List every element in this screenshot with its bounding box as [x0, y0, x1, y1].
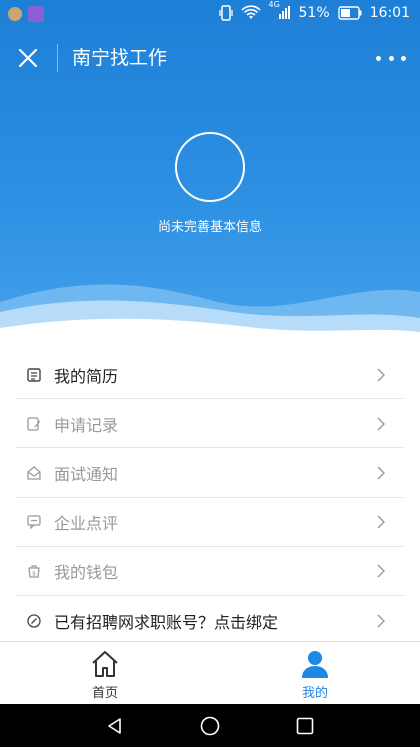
- app-notification-icon: [8, 7, 22, 21]
- menu-item-label: 已有招聘网求职账号？点击绑定: [54, 612, 279, 632]
- mail-open-icon: [27, 466, 41, 480]
- link-icon: [27, 613, 41, 628]
- menu-item-wallet[interactable]: $ 我的钱包: [0, 547, 420, 597]
- menu-item-interviews[interactable]: 面试通知: [0, 448, 420, 498]
- system-navigation-bar: [0, 704, 420, 747]
- menu-item-label: 我的简历: [54, 366, 119, 386]
- more-dot-icon: [388, 55, 394, 61]
- wave-decoration: [0, 284, 420, 345]
- chevron-right-icon: [377, 417, 385, 431]
- chevron-right-icon: [377, 368, 385, 382]
- user-icon: [302, 651, 328, 678]
- battery-icon: [337, 6, 362, 20]
- menu-item-reviews[interactable]: 企业点评: [0, 498, 420, 547]
- edit-record-icon: [27, 417, 41, 431]
- more-options-button[interactable]: [376, 50, 406, 66]
- menu-item-label: 企业点评: [54, 514, 119, 534]
- wallet-icon: $: [28, 565, 40, 578]
- avatar[interactable]: [175, 132, 245, 202]
- profile-menu: 我的简历 申请记录 面试通知 企业点评 $ 我的钱包 已有招聘网求职账号？点击绑…: [0, 350, 420, 646]
- more-dot-icon: [376, 55, 381, 61]
- tab-label: 我的: [301, 686, 328, 701]
- menu-item-resume[interactable]: 我的简历: [0, 350, 420, 400]
- tab-label: 首页: [91, 686, 118, 701]
- chevron-right-icon: [377, 564, 385, 578]
- title-divider: [57, 44, 58, 72]
- more-dot-icon: [401, 55, 406, 61]
- clock: 16:01: [369, 5, 410, 21]
- vibrate-icon: [218, 5, 233, 21]
- menu-item-applications[interactable]: 申请记录: [0, 399, 420, 449]
- navigation-bar: 南宁找工作: [0, 30, 420, 86]
- tab-home[interactable]: 首页: [0, 642, 210, 704]
- chevron-right-icon: [377, 614, 385, 628]
- home-circle-icon[interactable]: [200, 716, 220, 736]
- back-icon[interactable]: [105, 716, 125, 736]
- profile-status-text[interactable]: 尚未完善基本信息: [0, 216, 420, 235]
- wifi-icon: [240, 5, 261, 19]
- close-icon[interactable]: [16, 46, 40, 70]
- chevron-right-icon: [377, 466, 385, 480]
- battery-percent: 51%: [298, 5, 330, 21]
- page-title: 南宁找工作: [72, 47, 168, 69]
- menu-item-label: 申请记录: [54, 415, 119, 435]
- menu-item-bind-account[interactable]: 已有招聘网求职账号？点击绑定: [0, 596, 420, 646]
- bottom-tab-bar: 首页 我的: [0, 641, 420, 704]
- gallery-notification-icon: [28, 6, 44, 22]
- status-bar: 4G 51% 16:01: [0, 0, 420, 30]
- menu-item-label: 面试通知: [54, 464, 119, 484]
- tab-mine[interactable]: 我的: [210, 642, 420, 704]
- chevron-right-icon: [377, 515, 385, 529]
- resume-icon: [27, 367, 41, 382]
- svg-text:$: $: [32, 571, 36, 578]
- comment-icon: [27, 515, 41, 530]
- home-icon: [92, 651, 118, 677]
- signal-icon: 4G: [269, 0, 291, 21]
- menu-item-label: 我的钱包: [54, 563, 119, 583]
- recents-icon[interactable]: [295, 716, 315, 736]
